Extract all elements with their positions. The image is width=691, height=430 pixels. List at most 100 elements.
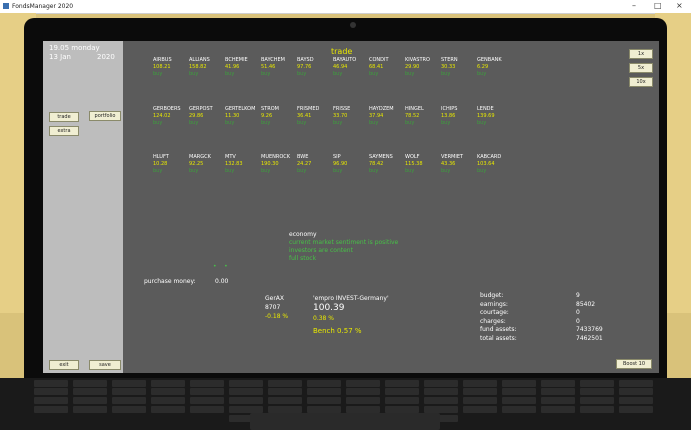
keyboard-key <box>346 397 380 404</box>
buy-link[interactable]: buy <box>405 71 445 78</box>
stock-item: BAYSD 97.76 buy <box>297 57 337 78</box>
keyboard-key <box>541 388 575 395</box>
buy-link[interactable]: buy <box>333 71 373 78</box>
finance-value: 0 <box>576 317 580 325</box>
finance-value: 7462501 <box>576 334 603 342</box>
stock-price: 158.82 <box>189 64 207 70</box>
stock-name: MTV <box>225 154 236 160</box>
finance-row: courtage: 0 <box>480 309 600 318</box>
speed-1x-button[interactable]: 1x <box>629 49 653 59</box>
buy-link[interactable]: buy <box>441 168 481 175</box>
stock-price: 96.90 <box>333 161 348 167</box>
stock-item: ALLIANS 158.82 buy <box>189 57 229 78</box>
exit-button[interactable]: exit <box>49 360 79 370</box>
keyboard-key <box>112 406 146 413</box>
stock-name: STERN <box>441 57 458 63</box>
keyboard-key <box>151 397 185 404</box>
buy-link[interactable]: buy <box>441 71 481 78</box>
stock-item: CONDIT 68.41 buy <box>369 57 409 78</box>
buy-link[interactable]: buy <box>153 71 193 78</box>
keyboard-key <box>463 388 497 395</box>
stock-item: BAYCHEM 51.46 buy <box>261 57 301 78</box>
keyboard-key <box>190 406 224 413</box>
stock-price: 139.69 <box>477 113 495 119</box>
keyboard-key <box>34 388 68 395</box>
buy-link[interactable]: buy <box>297 168 337 175</box>
buy-link[interactable]: buy <box>261 168 301 175</box>
extra-button[interactable]: extra <box>49 126 79 136</box>
minimize-button[interactable]: – <box>632 1 636 11</box>
purchase-money-value: 0.00 <box>215 278 229 285</box>
buy-link[interactable]: buy <box>261 120 301 127</box>
stock-name: ICHIPS <box>441 106 458 112</box>
keyboard-key <box>463 380 497 387</box>
keyboard-key <box>34 406 68 413</box>
keyboard-key <box>151 380 185 387</box>
fund-panel: 'empro INVEST-Germany' 100.39 0.38 % Ben… <box>313 294 389 336</box>
buy-link[interactable]: buy <box>477 168 517 175</box>
keyboard-key <box>541 380 575 387</box>
buy-link[interactable]: buy <box>225 71 265 78</box>
keyboard-key <box>541 397 575 404</box>
purchase-money-label: purchase money: <box>144 278 196 285</box>
speed-10x-button[interactable]: 10x <box>629 77 653 87</box>
buy-link[interactable]: buy <box>333 120 373 127</box>
buy-link[interactable]: buy <box>405 120 445 127</box>
finance-row: fund assets: 7433769 <box>480 326 603 335</box>
buy-link[interactable]: buy <box>477 71 517 78</box>
stock-name: KABCARD <box>477 154 502 160</box>
buy-link[interactable]: buy <box>189 168 229 175</box>
buy-link[interactable]: buy <box>369 71 409 78</box>
buy-link[interactable]: buy <box>225 168 265 175</box>
keyboard-key <box>112 388 146 395</box>
date-display: 19.05 monday 13 Jan 2020 <box>49 44 115 62</box>
stock-price: 11.30 <box>225 113 240 119</box>
buy-link[interactable]: buy <box>297 120 337 127</box>
stock-price: 78.52 <box>405 113 420 119</box>
stock-price: 132.83 <box>225 161 243 167</box>
close-button[interactable]: × <box>676 1 683 11</box>
keyboard-key <box>307 388 341 395</box>
keyboard-key <box>307 406 341 413</box>
buy-link[interactable]: buy <box>153 120 193 127</box>
boost-button[interactable]: Boost 10 <box>616 359 652 369</box>
stock-item: VERMIET 43.36 buy <box>441 154 481 175</box>
finance-value: 85402 <box>576 300 596 308</box>
buy-link[interactable]: buy <box>441 120 481 127</box>
stock-name: KIVASTRO <box>405 57 430 63</box>
trade-button[interactable]: trade <box>49 112 79 122</box>
save-button[interactable]: save <box>89 360 121 370</box>
buy-link[interactable]: buy <box>297 71 337 78</box>
index-change: -0.18 % <box>265 313 289 320</box>
keyboard-key <box>502 406 536 413</box>
keyboard-key <box>346 388 380 395</box>
buy-link[interactable]: buy <box>477 120 517 127</box>
buy-link[interactable]: buy <box>369 168 409 175</box>
index-value: 8707 <box>265 304 281 311</box>
stock-price: 24.27 <box>297 161 312 167</box>
buy-link[interactable]: buy <box>189 120 229 127</box>
speed-5x-button[interactable]: 5x <box>629 63 653 73</box>
keyboard-key <box>346 380 380 387</box>
keyboard-key <box>190 397 224 404</box>
buy-link[interactable]: buy <box>261 71 301 78</box>
keyboard-key <box>424 388 458 395</box>
buy-link[interactable]: buy <box>369 120 409 127</box>
stock-name: MARGCK <box>189 154 211 160</box>
buy-link[interactable]: buy <box>153 168 193 175</box>
buy-link[interactable]: buy <box>189 71 229 78</box>
buy-link[interactable]: buy <box>333 168 373 175</box>
stock-name: LENDE <box>477 106 494 112</box>
keyboard-key <box>385 388 419 395</box>
portfolio-button[interactable]: portfolio <box>89 111 121 121</box>
stock-item: SAYMENS 78.42 buy <box>369 154 409 175</box>
stock-name: GERBOERS <box>153 106 181 112</box>
stock-item: AIRBUS 108.21 buy <box>153 57 193 78</box>
stock-price: 97.76 <box>297 64 312 70</box>
stock-item: HAYDZEM 37.94 buy <box>369 106 409 127</box>
buy-link[interactable]: buy <box>225 120 265 127</box>
maximize-button[interactable]: □ <box>654 1 662 11</box>
keyboard-key <box>307 380 341 387</box>
keyboard-key <box>34 380 68 387</box>
buy-link[interactable]: buy <box>405 168 445 175</box>
